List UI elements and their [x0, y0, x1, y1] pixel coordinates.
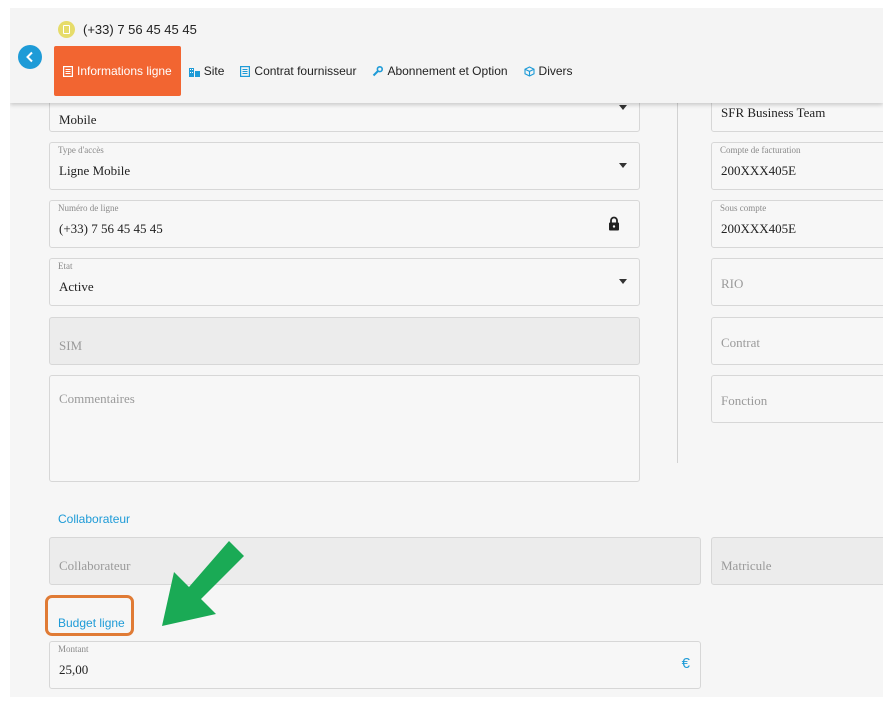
lock-icon	[609, 216, 619, 231]
rio-placeholder: RIO	[721, 276, 744, 291]
montant-label: Montant	[58, 644, 89, 654]
sim-card-icon	[58, 21, 75, 38]
numero-ligne-value: (+33) 7 56 45 45 45	[59, 221, 163, 236]
tab-abonnement-option[interactable]: Abonnement et Option	[364, 46, 515, 96]
etat-select[interactable]: Etat Active	[49, 258, 640, 306]
compte-facturation-label: Compte de facturation	[720, 145, 801, 155]
type-acces-value: Ligne Mobile	[59, 163, 131, 178]
header-phone: (+33) 7 56 45 45 45	[83, 22, 197, 37]
sous-compte-field[interactable]: Sous compte 200XXX405E	[711, 200, 883, 248]
building-icon	[188, 66, 200, 77]
commentaires-textarea[interactable]: Commentaires	[49, 375, 640, 482]
matricule-placeholder: Matricule	[721, 558, 772, 573]
tab-site[interactable]: Site	[181, 46, 233, 96]
type-acces-label: Type d'accès	[58, 145, 104, 155]
caret-down-icon	[619, 163, 627, 168]
tab-divers[interactable]: Divers	[516, 46, 581, 96]
operateur-value: SFR Business Team	[721, 105, 826, 120]
sim-field[interactable]: SIM	[49, 317, 640, 365]
document-icon	[240, 65, 251, 77]
app-window: (+33) 7 56 45 45 45 Informations ligne S…	[10, 8, 883, 697]
chevron-left-icon	[26, 51, 33, 63]
numero-ligne-label: Numéro de ligne	[58, 203, 119, 213]
euro-icon: €	[681, 655, 690, 672]
fonction-field[interactable]: Fonction	[711, 375, 883, 423]
header: (+33) 7 56 45 45 45 Informations ligne S…	[10, 8, 883, 103]
montant-field[interactable]: Montant 25,00 €	[49, 641, 701, 689]
tab-label: Site	[203, 64, 225, 78]
tab-contrat-fournisseur[interactable]: Contrat fournisseur	[232, 46, 364, 96]
tab-label: Informations ligne	[77, 64, 172, 78]
sim-placeholder: SIM	[59, 338, 83, 353]
back-button[interactable]	[18, 45, 42, 69]
montant-value: 25,00	[59, 662, 89, 677]
collaborateur-section-title: Collaborateur	[58, 512, 131, 526]
tab-label: Contrat fournisseur	[254, 64, 357, 78]
compte-facturation-field[interactable]: Compte de facturation 200XXX405E	[711, 142, 883, 190]
box-icon	[523, 65, 535, 77]
rio-field[interactable]: RIO	[711, 258, 883, 306]
contrat-placeholder: Contrat	[721, 335, 760, 350]
commentaires-placeholder: Commentaires	[59, 391, 135, 406]
tab-label: Divers	[538, 64, 573, 78]
line-summary: (+33) 7 56 45 45 45	[58, 21, 197, 38]
sous-compte-value: 200XXX405E	[721, 221, 797, 236]
tab-informations-ligne[interactable]: Informations ligne	[54, 46, 181, 96]
matricule-field[interactable]: Matricule	[711, 537, 883, 585]
numero-ligne-field[interactable]: Numéro de ligne (+33) 7 56 45 45 45	[49, 200, 640, 248]
document-icon	[63, 65, 73, 77]
column-divider	[677, 103, 678, 463]
budget-highlight-box	[45, 595, 134, 636]
caret-down-icon	[619, 279, 627, 284]
etat-label: Etat	[58, 261, 73, 271]
compte-facturation-value: 200XXX405E	[721, 163, 797, 178]
wrench-icon	[372, 65, 384, 77]
etat-value: Active	[59, 279, 94, 294]
collaborateur-placeholder: Collaborateur	[59, 558, 131, 573]
type-acces-select[interactable]: Type d'accès Ligne Mobile	[49, 142, 640, 190]
tab-bar: Informations ligne Site Contrat fourniss…	[54, 46, 581, 96]
tab-label: Abonnement et Option	[387, 64, 508, 78]
green-arrow-icon	[162, 541, 244, 626]
type-ligne-value: Mobile	[59, 112, 97, 127]
contrat-field[interactable]: Contrat	[711, 317, 883, 365]
collaborateur-field[interactable]: Collaborateur	[49, 537, 701, 585]
fonction-placeholder: Fonction	[721, 393, 768, 408]
caret-down-icon	[619, 105, 627, 110]
sous-compte-label: Sous compte	[720, 203, 767, 213]
